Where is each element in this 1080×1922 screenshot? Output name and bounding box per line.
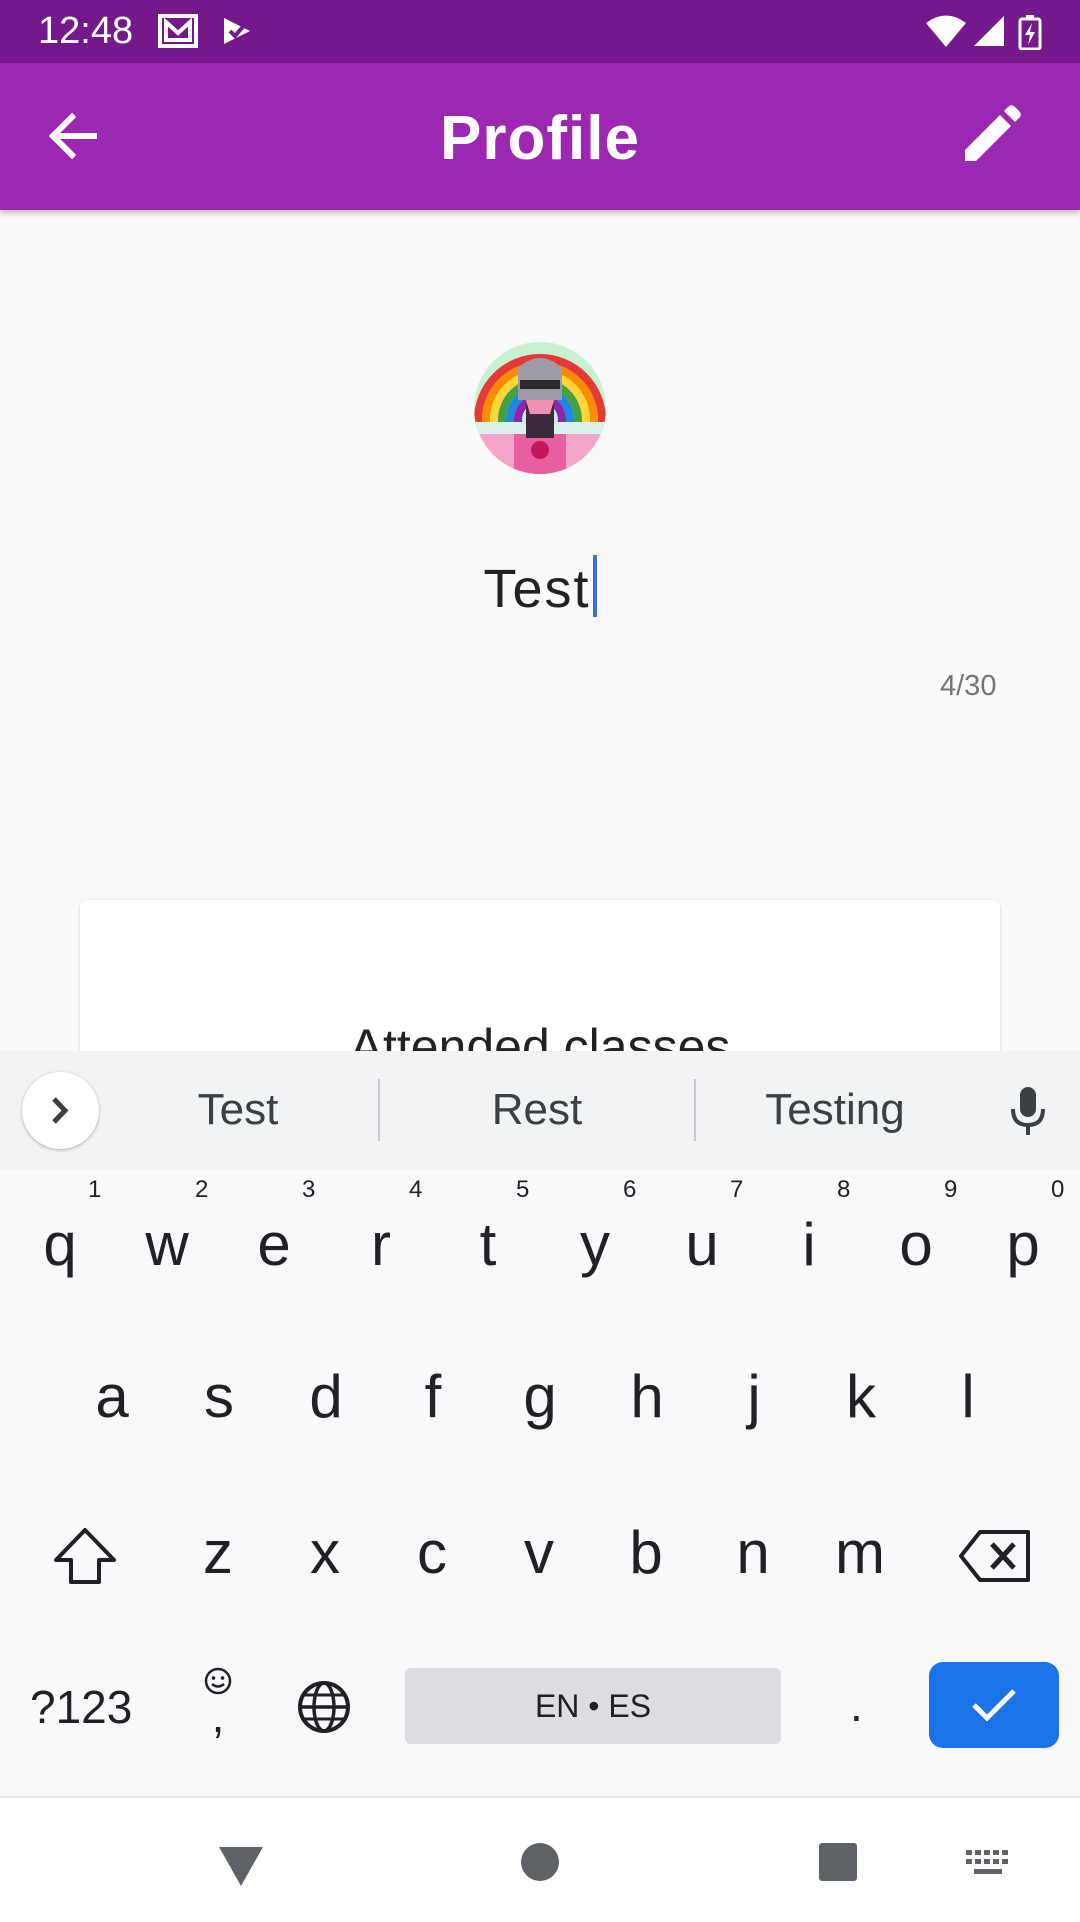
name-field-value: Test [483, 559, 591, 619]
recents-square-icon[interactable] [818, 1842, 858, 1882]
system-nav-bar [0, 1796, 1080, 1922]
microphone-icon[interactable] [1008, 1085, 1048, 1137]
avatar[interactable] [474, 342, 606, 474]
space-key[interactable]: EN • ES [405, 1668, 781, 1744]
page-title: Profile [440, 104, 640, 173]
keyboard-switch-icon[interactable] [966, 1850, 1010, 1878]
char-counter: 4/30 [940, 670, 997, 702]
battery-charging-icon [1018, 15, 1042, 50]
text-cursor [592, 555, 597, 617]
suggestion-strip: Test Rest Testing [0, 1051, 1080, 1169]
checkmark-icon [972, 1689, 1016, 1722]
period-key[interactable]: . [850, 1678, 863, 1732]
pencil-icon[interactable] [955, 101, 1025, 171]
wifi-icon [926, 15, 966, 47]
globe-icon[interactable] [296, 1679, 352, 1735]
space-label: EN • ES [534, 1688, 652, 1724]
shift-icon[interactable] [50, 1526, 120, 1586]
comma-label: , [211, 1690, 225, 1742]
status-bar: 12:48 [0, 0, 1080, 63]
suggestion-divider [378, 1079, 380, 1141]
suggestion-3[interactable]: Testing [735, 1085, 935, 1135]
suggestion-1[interactable]: Test [138, 1085, 338, 1135]
comma-emoji-key[interactable]: , [200, 1666, 236, 1742]
backspace-icon[interactable] [958, 1528, 1032, 1584]
chevron-right-icon [52, 1097, 69, 1124]
enter-key[interactable] [929, 1662, 1059, 1748]
status-time: 12:48 [38, 10, 134, 52]
signal-icon [974, 16, 1004, 46]
tasks-icon [224, 18, 250, 44]
suggestion-2[interactable]: Rest [437, 1085, 637, 1135]
symbols-key[interactable]: ?123 [30, 1680, 132, 1734]
name-field[interactable]: Test [0, 555, 1080, 620]
keyboard-expand-button[interactable] [22, 1072, 99, 1149]
suggestion-divider [694, 1079, 696, 1141]
back-triangle-icon[interactable] [216, 1844, 266, 1888]
app-bar: Profile [0, 63, 1080, 210]
gmail-icon [158, 14, 198, 48]
robocop-rainbow-avatar [474, 342, 606, 474]
home-circle-icon[interactable] [520, 1842, 560, 1882]
